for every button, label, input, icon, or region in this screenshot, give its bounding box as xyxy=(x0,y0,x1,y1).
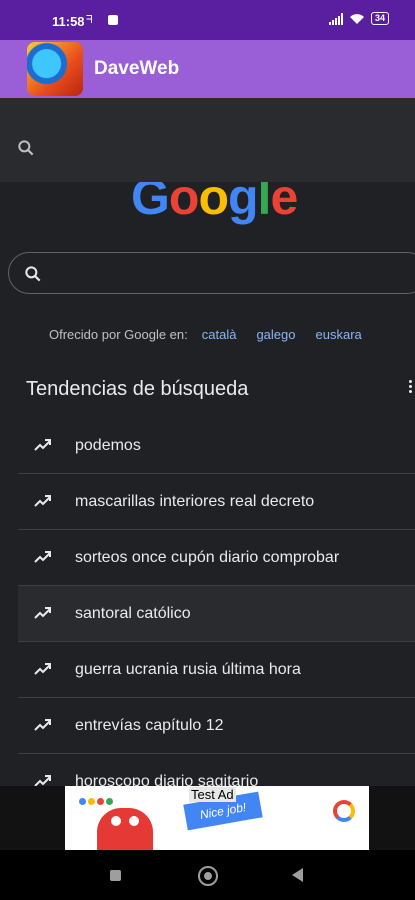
trends-list: podemos mascarillas interiores real decr… xyxy=(18,418,415,786)
app-bar: DaveWeb xyxy=(0,40,415,98)
trending-icon xyxy=(34,439,51,451)
trending-icon xyxy=(34,495,51,507)
signal-icon xyxy=(328,12,343,25)
google-home: Google Ofrecido por Google en: català ga… xyxy=(0,182,415,786)
search-input[interactable] xyxy=(59,261,403,287)
app-title: DaveWeb xyxy=(94,58,180,79)
trend-item[interactable]: horoscopo diario sagitario xyxy=(18,754,415,786)
language-link-euskara[interactable]: euskara xyxy=(316,327,362,342)
search-icon[interactable] xyxy=(16,138,36,158)
trending-icon xyxy=(34,663,51,675)
top-search-bar[interactable] xyxy=(0,98,415,182)
trend-label: sorteos once cupón diario comprobar xyxy=(75,549,340,566)
offered-by-label: Ofrecido por Google en: xyxy=(49,327,188,342)
battery-icon: 34 xyxy=(370,12,389,25)
trend-item[interactable]: santoral católico xyxy=(18,586,415,642)
trend-item[interactable]: guerra ucrania rusia última hora xyxy=(18,642,415,698)
more-options-icon[interactable] xyxy=(409,378,415,395)
trend-label: santoral católico xyxy=(75,605,191,622)
trends-title: Tendencias de búsqueda xyxy=(26,378,249,400)
search-box[interactable] xyxy=(8,252,415,294)
app-notification-icon xyxy=(108,15,118,25)
ad-brand-icon xyxy=(333,800,355,822)
trend-label: mascarillas interiores real decreto xyxy=(75,493,315,510)
status-icons: 34 xyxy=(328,12,389,25)
google-logo: Google xyxy=(131,182,298,225)
offered-by: Ofrecido por Google en: català galego eu… xyxy=(49,327,382,342)
trending-icon xyxy=(34,775,51,786)
ad-decoration xyxy=(79,792,115,810)
trending-icon xyxy=(34,607,51,619)
ad-mascot-image xyxy=(97,808,153,850)
ad-area: Nice job! Test Ad xyxy=(0,786,415,850)
recents-button[interactable] xyxy=(110,870,121,881)
trend-item[interactable]: podemos xyxy=(18,418,415,474)
status-bar: 11:58 ᖷ 34 xyxy=(0,0,415,40)
trend-item[interactable]: sorteos once cupón diario comprobar xyxy=(18,530,415,586)
trend-label: entrevías capítulo 12 xyxy=(75,717,224,734)
app-logo-icon xyxy=(27,42,83,96)
language-link-catala[interactable]: català xyxy=(202,327,237,342)
trend-item[interactable]: mascarillas interiores real decreto xyxy=(18,474,415,530)
search-icon xyxy=(25,266,41,282)
home-button[interactable] xyxy=(198,866,218,886)
trend-label: podemos xyxy=(75,437,141,454)
trend-label: horoscopo diario sagitario xyxy=(75,773,259,786)
back-button[interactable] xyxy=(292,868,303,882)
system-nav-bar xyxy=(0,850,415,900)
trend-item[interactable]: entrevías capítulo 12 xyxy=(18,698,415,754)
ad-label: Test Ad xyxy=(189,787,236,802)
trending-icon xyxy=(34,719,51,731)
wifi-icon xyxy=(349,13,364,24)
trend-label: guerra ucrania rusia última hora xyxy=(75,661,301,678)
ad-banner[interactable]: Nice job! Test Ad xyxy=(65,786,369,850)
language-link-galego[interactable]: galego xyxy=(256,327,295,342)
notification-icon: ᖷ xyxy=(86,14,93,26)
trending-icon xyxy=(34,551,51,563)
status-time: 11:58 xyxy=(52,14,85,29)
